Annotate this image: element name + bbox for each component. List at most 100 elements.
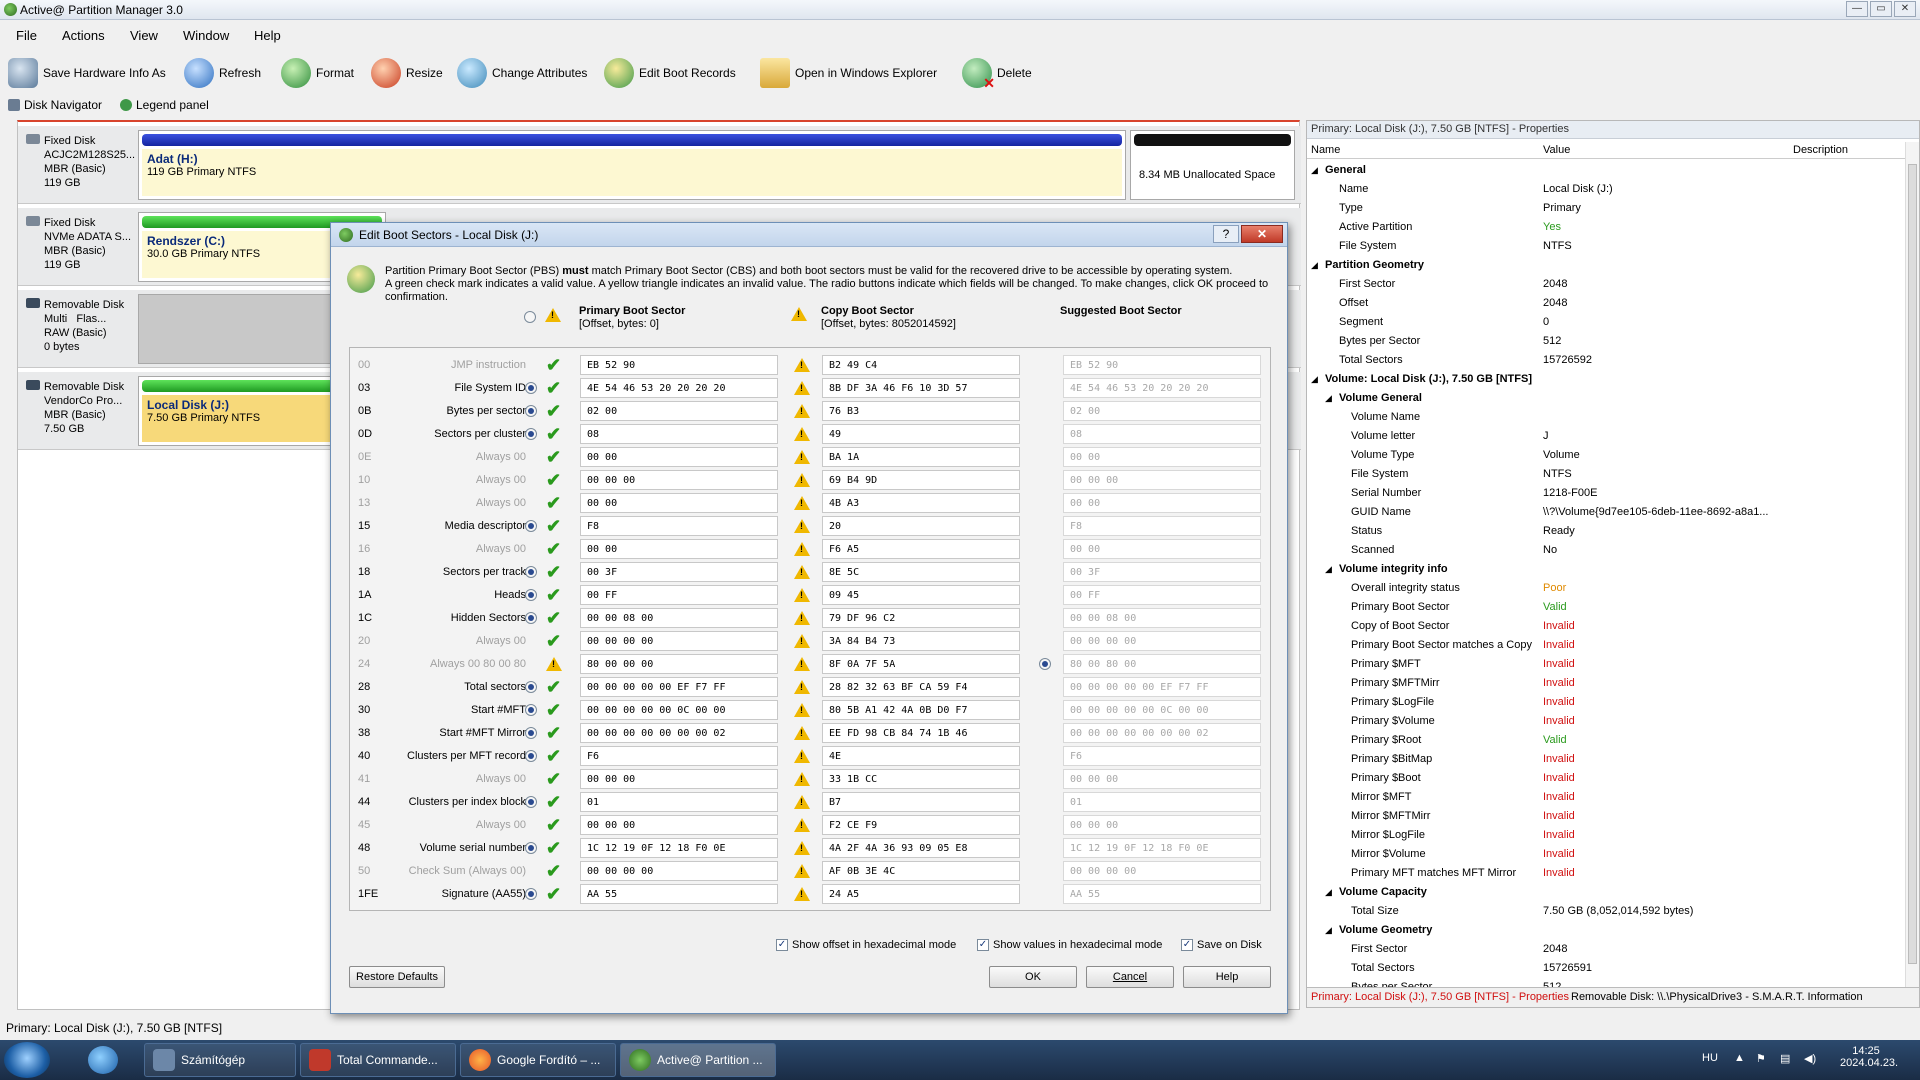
property-row[interactable]: First Sector 2048 [1307,940,1903,959]
suggested-value-field[interactable]: F8 [1063,516,1261,536]
property-row[interactable]: Offset 2048 [1307,294,1903,313]
property-row[interactable]: Name Local Disk (J:) [1307,180,1903,199]
expand-triangle-icon[interactable]: ◢ [1325,560,1332,579]
primary-value-field[interactable]: 00 00 00 00 00 00 00 02 [580,723,778,743]
primary-value-field[interactable]: 00 00 00 00 [580,631,778,651]
expand-triangle-icon[interactable]: ◢ [1325,883,1332,902]
use-suggested-radio[interactable] [1039,658,1051,670]
taskbar-item-partition-manager[interactable]: Active@ Partition ... [620,1043,776,1077]
use-primary-radio[interactable] [525,727,537,739]
property-row[interactable]: First Sector 2048 [1307,275,1903,294]
copy-value-field[interactable]: 4A 2F 4A 36 93 09 05 E8 [822,838,1020,858]
suggested-value-field[interactable]: 00 00 00 00 [1063,861,1261,881]
checkbox-checked[interactable]: ✓ [776,939,788,951]
close-window-button[interactable]: ✕ [1894,1,1916,17]
clock[interactable]: 14:25 2024.04.23. [1840,1045,1898,1069]
copy-value-field[interactable]: 69 B4 9D [822,470,1020,490]
suggested-value-field[interactable]: 00 FF [1063,585,1261,605]
property-row[interactable]: Bytes per Sector 512 [1307,332,1903,351]
primary-value-field[interactable]: F6 [580,746,778,766]
maximize-button[interactable]: ▭ [1870,1,1892,17]
edit-boot-records-button[interactable]: Edit Boot Records [604,58,736,88]
copy-value-field[interactable]: 4B A3 [822,493,1020,513]
property-row[interactable]: Status Ready [1307,522,1903,541]
property-row[interactable]: Type Primary [1307,199,1903,218]
save-hardware-info-button[interactable]: Save Hardware Info As [8,58,166,88]
primary-value-field[interactable]: 00 00 [580,447,778,467]
suggested-value-field[interactable]: 00 00 [1063,447,1261,467]
property-row[interactable]: Total Sectors 15726592 [1307,351,1903,370]
use-primary-radio[interactable] [525,520,537,532]
property-row[interactable]: Primary Boot Sector matches a Copy Invali… [1307,636,1903,655]
language-indicator[interactable]: HU [1702,1052,1718,1064]
copy-value-field[interactable]: 76 B3 [822,401,1020,421]
hex-offset-checkbox[interactable]: ✓ Show offset in hexadecimal mode [776,939,956,951]
scrollbar-thumb[interactable] [1908,164,1917,964]
property-row[interactable]: Segment 0 [1307,313,1903,332]
suggested-value-field[interactable]: 00 00 [1063,493,1261,513]
property-row[interactable]: Active Partition Yes [1307,218,1903,237]
expand-triangle-icon[interactable]: ◢ [1311,161,1318,180]
primary-value-field[interactable]: 1C 12 19 0F 12 18 F0 0E [580,838,778,858]
property-row[interactable]: Primary $Boot Invalid [1307,769,1903,788]
suggested-value-field[interactable]: 1C 12 19 0F 12 18 F0 0E [1063,838,1261,858]
primary-value-field[interactable]: 4E 54 46 53 20 20 20 20 [580,378,778,398]
copy-value-field[interactable]: B2 49 C4 [822,355,1020,375]
primary-value-field[interactable]: EB 52 90 [580,355,778,375]
copy-value-field[interactable]: 3A 84 B4 73 [822,631,1020,651]
copy-value-field[interactable]: 28 82 32 63 BF CA 59 F4 [822,677,1020,697]
use-primary-radio[interactable] [525,566,537,578]
copy-value-field[interactable]: F2 CE F9 [822,815,1020,835]
primary-value-field[interactable]: AA 55 [580,884,778,904]
taskbar-item-computer[interactable]: Számítógép [144,1043,296,1077]
restore-defaults-button[interactable]: Restore Defaults [349,966,445,988]
internet-explorer-icon[interactable] [88,1046,118,1074]
format-button[interactable]: Format [281,58,354,88]
property-group[interactable]: ◢ Volume integrity info [1307,560,1903,579]
property-row[interactable]: Copy of Boot Sector Invalid [1307,617,1903,636]
primary-value-field[interactable]: 00 00 08 00 [580,608,778,628]
copy-value-field[interactable]: 8F 0A 7F 5A [822,654,1020,674]
property-row[interactable]: GUID Name \\?\Volume{9d7ee105-6deb-11ee-8… [1307,503,1903,522]
property-row[interactable]: Volume Name [1307,408,1903,427]
column-value[interactable]: Value [1543,144,1570,156]
suggested-value-field[interactable]: 01 [1063,792,1261,812]
save-on-disk-checkbox[interactable]: ✓ Save on Disk [1181,939,1262,951]
open-explorer-button[interactable]: Open in Windows Explorer [760,58,937,88]
suggested-value-field[interactable]: 00 00 00 00 [1063,631,1261,651]
suggested-value-field[interactable]: 4E 54 46 53 20 20 20 20 [1063,378,1261,398]
minimize-button[interactable]: — [1846,1,1868,17]
property-row[interactable]: Primary $Volume Invalid [1307,712,1903,731]
use-primary-radio[interactable] [525,382,537,394]
use-primary-radio[interactable] [525,888,537,900]
primary-value-field[interactable]: 00 00 [580,493,778,513]
property-row[interactable]: Primary Boot Sector Valid [1307,598,1903,617]
use-primary-radio[interactable] [525,704,537,716]
primary-value-field[interactable]: 00 00 00 [580,470,778,490]
primary-value-field[interactable]: 00 FF [580,585,778,605]
show-hidden-icons[interactable]: ▲ [1734,1052,1745,1064]
use-primary-radio[interactable] [525,796,537,808]
primary-value-field[interactable]: 00 00 00 00 00 EF F7 FF [580,677,778,697]
property-row[interactable]: Mirror $MFTMirr Invalid [1307,807,1903,826]
suggested-value-field[interactable]: 00 00 00 [1063,769,1261,789]
partition-adat[interactable]: Adat (H:) 119 GB Primary NTFS [138,130,1126,200]
primary-value-field[interactable]: 02 00 [580,401,778,421]
help-button[interactable]: Help [1183,966,1271,988]
suggested-value-field[interactable]: 00 00 00 [1063,470,1261,490]
hex-values-checkbox[interactable]: ✓ Show values in hexadecimal mode [977,939,1162,951]
resize-button[interactable]: Resize [371,58,443,88]
menu-help[interactable]: Help [254,28,281,43]
disk-row[interactable]: Fixed Disk ACJC2M128S25... MBR (Basic) 1… [18,126,1301,204]
tab-properties[interactable]: Primary: Local Disk (J:), 7.50 GB [NTFS]… [1311,991,1569,1003]
tab-disk-navigator[interactable]: Disk Navigator [8,98,102,112]
use-primary-radio[interactable] [525,842,537,854]
select-all-primary-radio[interactable] [524,311,536,323]
network-icon[interactable]: ▤ [1780,1052,1790,1065]
copy-value-field[interactable]: 80 5B A1 42 4A 0B D0 F7 [822,700,1020,720]
copy-value-field[interactable]: F6 A5 [822,539,1020,559]
properties-scrollbar[interactable] [1905,142,1919,987]
copy-value-field[interactable]: 09 45 [822,585,1020,605]
dialog-help-button[interactable]: ? [1213,225,1239,243]
property-row[interactable]: Total Sectors 15726591 [1307,959,1903,978]
